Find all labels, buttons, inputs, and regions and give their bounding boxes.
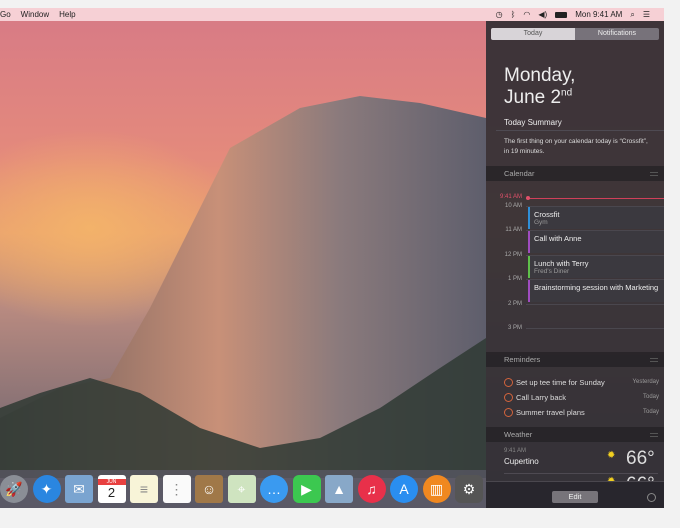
battery-icon[interactable] (555, 11, 568, 18)
reminder-date: Today (642, 394, 659, 400)
dock-mail-icon[interactable]: ✉ (65, 475, 93, 503)
dock-itunes-icon[interactable]: ♫ (357, 475, 386, 503)
event-title: Lunch with Terry (534, 258, 589, 268)
reminder-date: Yesterday (632, 379, 659, 385)
notification-center: Today Notifications Monday, June 2nd Tod… (486, 21, 664, 508)
reminder-checkbox[interactable] (504, 392, 513, 402)
dock-app-store-icon[interactable]: A (390, 475, 418, 503)
hour-label: 12 PM (504, 251, 522, 258)
reminder-item: Summer travel plans Today (504, 406, 659, 418)
edit-button[interactable]: Edit (552, 491, 598, 503)
weather-title: Weather (504, 430, 533, 439)
drag-handle-icon[interactable] (650, 172, 658, 176)
hour-label: 1 PM (507, 276, 522, 283)
hour-label: 11 AM (505, 227, 522, 234)
bluetooth-icon[interactable]: ᛒ (511, 10, 516, 19)
reminder-text: Call Larry back (516, 392, 567, 402)
reminder-item: Call Larry back Today (504, 391, 659, 403)
view-switcher: Today Notifications (491, 28, 659, 40)
hour-line (526, 328, 664, 329)
calendar-header: Calendar (486, 166, 664, 181)
dock-launchpad-icon[interactable]: 🚀 (0, 475, 28, 503)
now-line (526, 198, 664, 199)
dock-system-preferences-icon[interactable]: ⚙ (455, 475, 483, 503)
date-text: June 2 (504, 87, 562, 108)
dock-ibooks-icon[interactable]: ▥ (422, 475, 451, 503)
reminder-text: Summer travel plans (516, 407, 585, 417)
dock-reminders-icon[interactable]: ⋮ (162, 475, 191, 503)
drag-handle-icon[interactable] (650, 358, 658, 362)
hour-label: 10 AM (504, 203, 522, 209)
dock-iphoto-icon[interactable]: ▲ (325, 475, 353, 503)
dock-safari-icon[interactable]: ✦ (32, 475, 61, 503)
panel-footer: Edit (486, 481, 664, 508)
calendar-event[interactable]: Brainstorming session with Marketing (528, 280, 664, 303)
reminder-item: Set up tee time for Sunday Yesterday (504, 376, 659, 388)
reminder-checkbox[interactable] (504, 377, 513, 387)
time-machine-icon[interactable]: ◷ (496, 10, 503, 19)
dock: 🚀 ✦ ✉ JUN 2 ≡ ⋮ ☺ ⌖… ▶ ▲ ♫ A ▥ ⚙ (0, 470, 486, 508)
now-label: 9:41 AM (499, 194, 522, 200)
weather-header: Weather (486, 427, 664, 442)
calendar-day: 2 (107, 484, 116, 500)
weather-time: 9:41 AM (504, 448, 527, 454)
spotlight-icon[interactable]: ⌕ (630, 10, 634, 20)
date-day: June 2nd (504, 87, 572, 109)
drag-handle-icon[interactable] (650, 433, 658, 437)
event-title: Call with Anne (534, 234, 582, 244)
calendar-event[interactable]: Lunch with Terry Fred's Diner (528, 255, 664, 278)
hour-line (526, 303, 664, 305)
today-summary-text: The first thing on your calendar today i… (504, 138, 648, 155)
calendar-title: Calendar (504, 169, 535, 178)
event-location: Gym (534, 219, 548, 226)
weather-temp: 66° (626, 448, 655, 469)
hour-label: 2 PM (507, 300, 522, 307)
menu-go[interactable]: Go (0, 10, 11, 19)
divider (496, 130, 664, 131)
wifi-icon[interactable]: ◠ (523, 10, 530, 19)
reminder-date: Today (642, 409, 659, 415)
tab-notifications[interactable]: Notifications (575, 28, 659, 40)
reminder-checkbox[interactable] (504, 407, 513, 417)
weather-city: Cupertino (504, 457, 539, 466)
calendar-event[interactable]: Call with Anne (528, 231, 664, 254)
dock-messages-icon[interactable]: … (260, 475, 288, 503)
reminders-title: Reminders (504, 355, 541, 364)
event-location: Fred's Diner (534, 267, 570, 275)
reminders-header: Reminders (486, 352, 664, 367)
hour-label: 3 PM (507, 325, 522, 331)
info-icon[interactable] (647, 493, 656, 502)
menu-bar: Go Window Help ◷ ᛒ ◠ ◀) Mon 9:41 AM ⌕ ☰ (0, 8, 664, 21)
tab-today[interactable]: Today (491, 28, 575, 40)
reminder-text: Set up tee time for Sunday (516, 377, 605, 387)
dock-calendar-icon[interactable]: JUN 2 (97, 475, 126, 503)
event-title: Brainstorming session with Marketing (534, 283, 659, 293)
now-dot (526, 196, 530, 200)
menu-window[interactable]: Window (21, 10, 49, 19)
dock-maps-icon[interactable]: ⌖ (227, 475, 256, 503)
dock-notes-icon[interactable]: ≡ (130, 475, 158, 503)
date-suffix: nd (561, 87, 573, 99)
dock-facetime-icon[interactable]: ▶ (292, 475, 321, 503)
sun-icon: ✹ (607, 450, 616, 461)
menu-help[interactable]: Help (59, 10, 75, 19)
volume-icon[interactable]: ◀) (538, 10, 547, 19)
dock-contacts-icon[interactable]: ☺ (195, 475, 223, 503)
date-weekday: Monday, (504, 65, 576, 86)
notification-center-icon[interactable]: ☰ (643, 10, 650, 19)
calendar-event[interactable]: Crossfit Gym (528, 207, 664, 229)
today-summary-title: Today Summary (504, 118, 562, 127)
event-title: Crossfit (534, 210, 560, 219)
clock[interactable]: Mon 9:41 AM (575, 10, 622, 19)
